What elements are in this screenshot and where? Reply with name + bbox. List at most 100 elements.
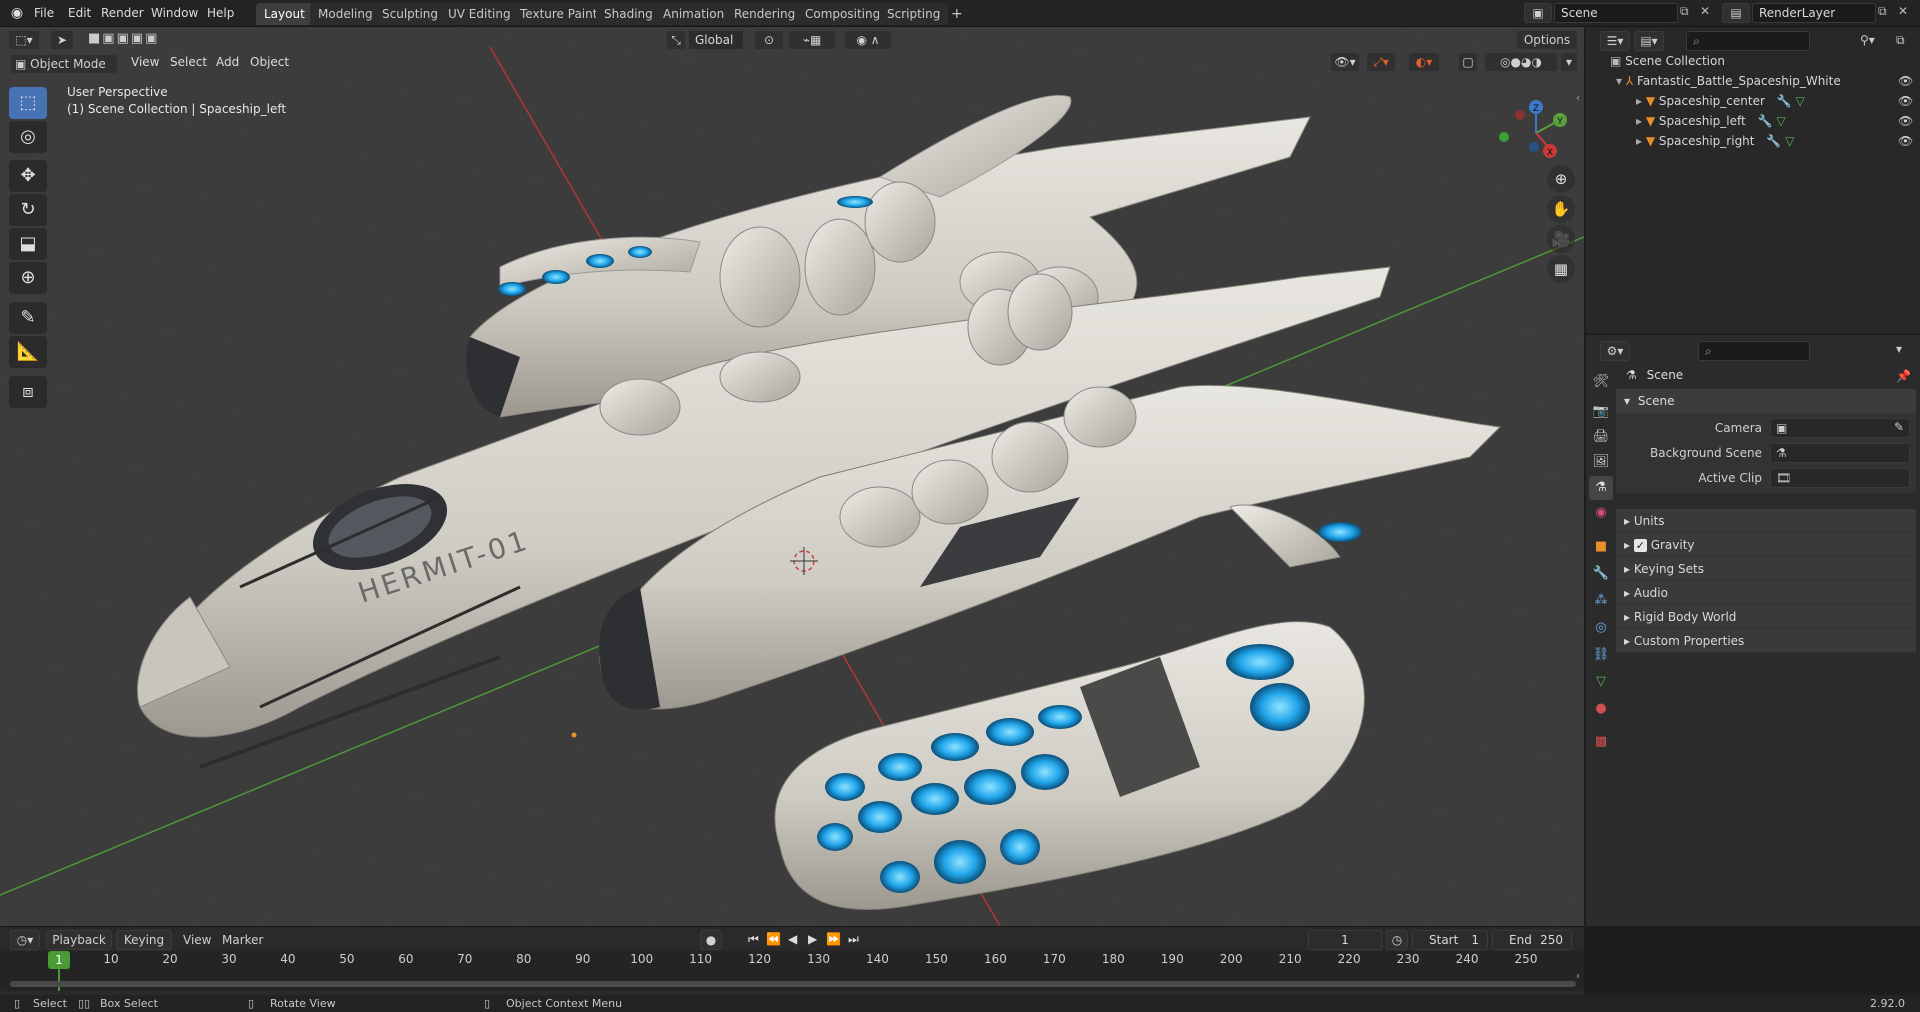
panel-gravity[interactable]: ▸ ✓ Gravity bbox=[1616, 533, 1916, 557]
preview-range-icon[interactable]: ◷ bbox=[1386, 930, 1408, 950]
filter-icon[interactable]: ⚲▾ bbox=[1860, 33, 1875, 47]
tab-texture-icon[interactable]: ▩ bbox=[1589, 730, 1613, 754]
scene-browse-icon[interactable]: ▣ bbox=[1524, 3, 1552, 23]
jump-keyframe-forward-icon[interactable]: ⏩ bbox=[826, 932, 841, 946]
panel-rigid-body-world[interactable]: ▸ Rigid Body World bbox=[1616, 605, 1916, 629]
outliner-row-object[interactable]: ▸ ▼ Spaceship_center 🔧 ▽ 👁 bbox=[1586, 91, 1920, 111]
eyedropper-icon[interactable]: ✎ bbox=[1894, 420, 1904, 434]
proportional-edit-icon[interactable]: ◉ ∧ bbox=[844, 30, 892, 50]
menu-view[interactable]: View bbox=[131, 55, 159, 69]
panel-keying-sets[interactable]: ▸ Keying Sets bbox=[1616, 557, 1916, 581]
panel-units[interactable]: ▸ Units bbox=[1616, 509, 1916, 533]
tab-material-icon[interactable]: ● bbox=[1589, 697, 1613, 721]
blender-logo-icon[interactable]: ◉ bbox=[8, 4, 26, 22]
menu-file[interactable]: File bbox=[34, 4, 54, 23]
tab-rendering[interactable]: Rendering bbox=[726, 3, 804, 25]
editor-type-icon[interactable]: ⬚▾ bbox=[8, 30, 40, 50]
menu-object[interactable]: Object bbox=[250, 55, 289, 69]
expand-icon[interactable]: ▸ bbox=[1636, 114, 1642, 128]
scene-name-field[interactable]: Scene bbox=[1554, 3, 1678, 23]
outliner-row-object[interactable]: ▸ ▼ Spaceship_left 🔧 ▽ 👁 bbox=[1586, 111, 1920, 131]
tab-layout[interactable]: Layout bbox=[256, 3, 313, 25]
shading-modes-icon[interactable]: ◎●◕◑ bbox=[1484, 52, 1558, 72]
auto-keying-icon[interactable]: ● bbox=[700, 930, 722, 950]
playback-menu[interactable]: Playback bbox=[46, 930, 112, 950]
tab-object-icon[interactable]: ■ bbox=[1589, 535, 1613, 559]
panel-audio[interactable]: ▸ Audio bbox=[1616, 581, 1916, 605]
gizmo-icon[interactable]: ⤢▾ bbox=[1366, 52, 1396, 72]
pin-icon[interactable]: 📌 bbox=[1896, 369, 1911, 383]
delete-view-layer-icon[interactable]: ✕ bbox=[1898, 4, 1908, 18]
outliner-display-mode-icon[interactable]: ▤▾ bbox=[1634, 31, 1664, 51]
menu-window[interactable]: Window bbox=[151, 4, 198, 23]
sidebar-toggle-icon[interactable]: ‹ bbox=[1576, 93, 1580, 104]
tab-particles-icon[interactable]: ⁂ bbox=[1589, 589, 1613, 613]
new-scene-icon[interactable]: ⧉ bbox=[1680, 4, 1689, 19]
keying-menu[interactable]: Keying bbox=[116, 930, 172, 950]
overlays-icon[interactable]: ◐▾ bbox=[1408, 52, 1440, 72]
play-icon[interactable]: ▶ bbox=[808, 932, 817, 946]
tool-add-cube[interactable]: ⧈ bbox=[9, 376, 47, 408]
jump-keyframe-back-icon[interactable]: ⏪ bbox=[766, 932, 781, 946]
properties-search-input[interactable]: ⌕ bbox=[1698, 341, 1810, 361]
visibility-eye-icon[interactable]: 👁 bbox=[1898, 91, 1913, 111]
jump-end-icon[interactable]: ⏭ bbox=[848, 932, 859, 947]
transform-orientation-select[interactable]: Global bbox=[688, 30, 744, 50]
expand-icon[interactable]: ▸ bbox=[1636, 134, 1642, 148]
tab-scripting[interactable]: Scripting bbox=[879, 3, 949, 25]
gizmo-neg-z-handle[interactable] bbox=[1529, 142, 1539, 152]
outliner-row-collection[interactable]: ▾ ⅄ Fantastic_Battle_Spaceship_White 👁 bbox=[1586, 71, 1920, 91]
tab-compositing[interactable]: Compositing bbox=[797, 3, 889, 25]
tab-modeling[interactable]: Modeling bbox=[310, 3, 381, 25]
visibility-icon[interactable]: 👁▾ bbox=[1330, 52, 1360, 72]
navigation-gizmo[interactable]: Y Z X bbox=[1496, 93, 1576, 173]
camera-field[interactable] bbox=[1770, 418, 1910, 438]
menu-render[interactable]: Render bbox=[101, 4, 144, 23]
background-scene-field[interactable] bbox=[1770, 443, 1910, 463]
outliner-row-scene-collection[interactable]: ▣ Scene Collection bbox=[1586, 51, 1920, 71]
outliner-editor-type-icon[interactable]: ☰▾ bbox=[1600, 31, 1630, 51]
tab-tool-icon[interactable]: 🛠 bbox=[1589, 370, 1613, 394]
outliner-search-input[interactable]: ⌕ bbox=[1686, 31, 1810, 51]
pan-hand-icon[interactable]: ✋ bbox=[1547, 195, 1575, 223]
tab-shading[interactable]: Shading bbox=[596, 3, 661, 25]
menu-help[interactable]: Help bbox=[207, 4, 234, 23]
3d-viewport[interactable]: HERMIT-01 ⬚▾ ➤ ■▣▣▣▣ ⤡ Global ⊙ ⌁▦ ◉ ∧ O… bbox=[0, 27, 1584, 926]
tool-scale[interactable]: ⬓ bbox=[9, 228, 47, 260]
tool-select-box[interactable]: ⬚ bbox=[9, 87, 47, 119]
new-view-layer-icon[interactable]: ⧉ bbox=[1878, 4, 1887, 19]
play-reverse-icon[interactable]: ◀ bbox=[788, 932, 797, 946]
tool-annotate[interactable]: ✎ bbox=[9, 302, 47, 334]
select-mode-icons[interactable]: ■▣▣▣▣ bbox=[88, 31, 159, 46]
options-menu[interactable]: Options bbox=[1516, 30, 1578, 50]
tab-uv-editing[interactable]: UV Editing bbox=[440, 3, 519, 25]
timeline-marker-menu[interactable]: Marker bbox=[222, 933, 263, 947]
timeline-scrollbar[interactable] bbox=[10, 981, 1576, 987]
scene-panel-header[interactable]: ▾ Scene bbox=[1616, 389, 1916, 413]
tool-cursor[interactable]: ◎ bbox=[9, 121, 47, 153]
transform-orientation-icon[interactable]: ⤡ bbox=[666, 30, 686, 50]
view-layer-field[interactable]: RenderLayer bbox=[1752, 3, 1876, 23]
visibility-eye-icon[interactable]: 👁 bbox=[1898, 111, 1913, 131]
shading-options-icon[interactable]: ▾ bbox=[1560, 52, 1578, 72]
tab-render-icon[interactable]: 📷 bbox=[1589, 400, 1613, 424]
visibility-eye-icon[interactable]: 👁 bbox=[1898, 131, 1913, 151]
menu-add[interactable]: Add bbox=[216, 55, 239, 69]
new-collection-icon[interactable]: ⧉ bbox=[1896, 33, 1905, 48]
view-layer-browse-icon[interactable]: ▤ bbox=[1722, 3, 1750, 23]
outliner-row-object[interactable]: ▸ ▼ Spaceship_right 🔧 ▽ 👁 bbox=[1586, 131, 1920, 151]
end-frame-field[interactable]: End 250 bbox=[1492, 930, 1572, 950]
pivot-point-icon[interactable]: ⊙ bbox=[754, 30, 784, 50]
delete-scene-icon[interactable]: ✕ bbox=[1700, 4, 1710, 18]
zoom-icon[interactable]: ⊕ bbox=[1547, 165, 1575, 193]
properties-options-icon[interactable]: ▾ bbox=[1896, 342, 1902, 356]
tool-rotate[interactable]: ↻ bbox=[9, 194, 47, 226]
snap-icon[interactable]: ⌁▦ bbox=[788, 30, 836, 50]
ortho-toggle-icon[interactable]: ▦ bbox=[1547, 255, 1575, 283]
menu-edit[interactable]: Edit bbox=[68, 4, 91, 23]
tab-animation[interactable]: Animation bbox=[655, 3, 733, 25]
visibility-eye-icon[interactable]: 👁 bbox=[1898, 71, 1913, 91]
expand-icon[interactable]: ▸ bbox=[1636, 94, 1642, 108]
tab-sculpting[interactable]: Sculpting bbox=[374, 3, 447, 25]
tab-world-icon[interactable]: ◉ bbox=[1589, 501, 1613, 525]
